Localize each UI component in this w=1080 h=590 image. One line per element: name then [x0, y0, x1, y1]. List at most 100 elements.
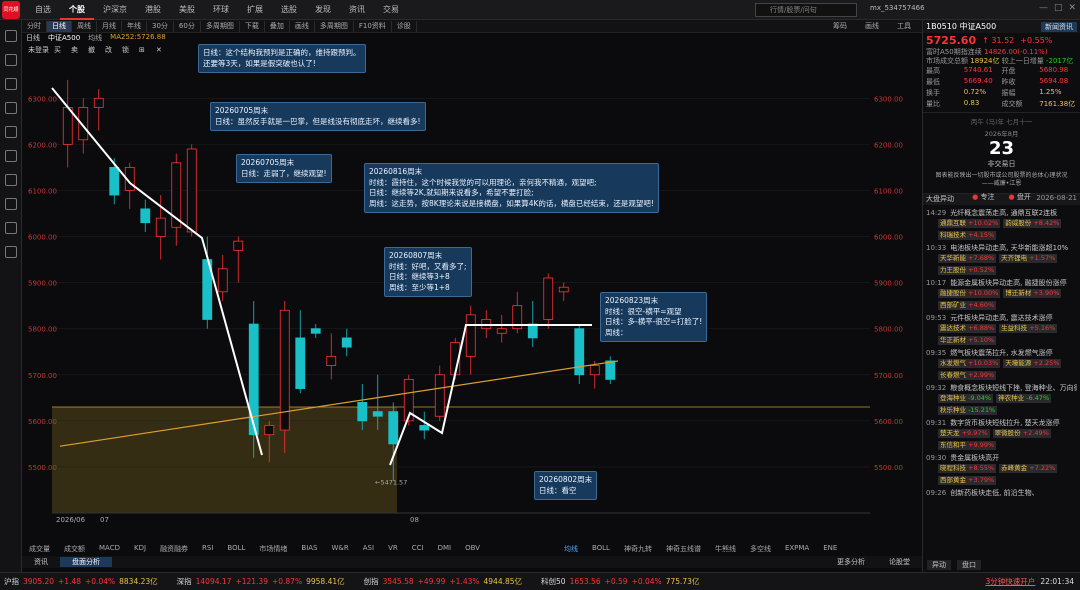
- chart-tool-6[interactable]: ⊞: [139, 46, 145, 54]
- diamond-icon[interactable]: [4, 246, 17, 258]
- candle-body[interactable]: [527, 323, 538, 339]
- nav-item-0[interactable]: 自选: [26, 0, 60, 20]
- candle-body[interactable]: [496, 328, 507, 334]
- news-item-1[interactable]: 10:33 电池板块异动走高, 天华新能涨超10%: [926, 243, 1077, 253]
- minimize-icon[interactable]: —: [1039, 3, 1048, 13]
- stock-chip[interactable]: 韵威股份 +8.42%: [1003, 219, 1062, 228]
- news-item-2[interactable]: 10:17 能源金属板块异动走高, 融捷股份涨停: [926, 278, 1077, 288]
- nav-item-2[interactable]: 沪深京: [94, 0, 136, 20]
- candle-body[interactable]: [62, 107, 73, 145]
- chart-tool-4[interactable]: 改: [105, 45, 112, 54]
- indicator-13[interactable]: DMI: [431, 544, 459, 554]
- maximize-icon[interactable]: □: [1054, 3, 1063, 13]
- candle-body[interactable]: [543, 277, 554, 320]
- stock-chip[interactable]: 天华新能 +7.68%: [938, 254, 997, 263]
- indicator-0[interactable]: 成交量: [22, 544, 57, 554]
- star-icon[interactable]: [4, 54, 17, 66]
- compass-icon[interactable]: [4, 198, 17, 210]
- overlay-indicator-0[interactable]: 均线: [557, 544, 585, 554]
- news-button[interactable]: 新闻资讯: [1041, 21, 1077, 32]
- stock-chip[interactable]: 震达技术 +6.88%: [938, 324, 997, 333]
- candle-body[interactable]: [341, 337, 352, 348]
- stock-chip[interactable]: 登海种业 -9.04%: [938, 394, 994, 403]
- chart-tool-3[interactable]: 撤: [88, 45, 95, 54]
- stock-chip[interactable]: 天壕能源 +2.25%: [1003, 359, 1062, 368]
- overlay-indicator-1[interactable]: BOLL: [585, 544, 617, 554]
- nav-item-10[interactable]: 交易: [374, 0, 408, 20]
- news-item-4[interactable]: 09:35 燃气板块震荡拉升, 水发燃气涨停: [926, 348, 1077, 358]
- period-tab-1[interactable]: 日线: [47, 20, 72, 32]
- stock-chip[interactable]: 秋乐种业 -15.21%: [938, 406, 998, 415]
- indicator-3[interactable]: KDJ: [127, 544, 153, 554]
- gauge-icon[interactable]: [4, 150, 17, 162]
- chart-tool-0[interactable]: 未登录: [28, 45, 49, 54]
- candle-body[interactable]: [310, 328, 321, 334]
- period-tab-0[interactable]: 分时: [22, 20, 47, 32]
- open-account-link[interactable]: 3分钟快速开户: [986, 576, 1036, 587]
- indicator-7[interactable]: 市场情绪: [252, 544, 294, 554]
- indicator-6[interactable]: BOLL: [220, 544, 252, 554]
- indicator-4[interactable]: 融资融券: [153, 544, 195, 554]
- period-tab-3[interactable]: 月线: [97, 20, 122, 32]
- collapse-icon[interactable]: [4, 30, 17, 42]
- candle-body[interactable]: [589, 365, 600, 376]
- period-tab-6[interactable]: 60分: [174, 20, 201, 32]
- stock-chip[interactable]: 融捷股份 +10.00%: [938, 289, 1001, 298]
- annotation-1[interactable]: 20260705周末 日线：虽然反手就是一巴掌，但是线没有彻底走坏，继续看多!: [210, 102, 426, 131]
- indicator-10[interactable]: ASI: [356, 544, 381, 554]
- annotation-0[interactable]: 日线：这个结构我预判是正确的，维持跟预判。 还要等3天，如果是假突破也认了!: [198, 44, 366, 73]
- period-tab-8[interactable]: 下载: [240, 20, 265, 32]
- nav-item-3[interactable]: 港股: [136, 0, 170, 20]
- index-quote-0[interactable]: 沪指 3905.20 +1.48 +0.04% 8834.23亿: [4, 576, 162, 587]
- candle-body[interactable]: [93, 97, 104, 108]
- period-tab-9[interactable]: 叠加: [265, 20, 290, 32]
- stock-chip[interactable]: 赤峰黄金 +7.22%: [999, 464, 1058, 473]
- overlay-indicator-3[interactable]: 神奇五线谱: [659, 544, 708, 554]
- indicator-2[interactable]: MACD: [92, 544, 127, 554]
- stock-chip[interactable]: 通鼎互联 +10.02%: [938, 219, 1001, 228]
- chart-tool-2[interactable]: 卖: [71, 46, 78, 54]
- news-item-7[interactable]: 09:30 贵金属板块高开: [926, 453, 1077, 463]
- chart-tool-5[interactable]: 锁: [122, 45, 129, 54]
- focus-button[interactable]: ● 专注: [972, 192, 994, 202]
- candle-body[interactable]: [434, 374, 445, 417]
- period-tab-12[interactable]: F10资料: [354, 20, 392, 32]
- overlay-indicator-4[interactable]: 牛熊线: [708, 544, 743, 554]
- chart-tool-1[interactable]: 买: [54, 46, 61, 54]
- toolbar-right-1[interactable]: 画线: [860, 21, 884, 32]
- stock-chip[interactable]: 长春燃气 +2.99%: [938, 371, 997, 380]
- close-icon[interactable]: ✕: [1068, 3, 1076, 13]
- overlay-indicator-2[interactable]: 神奇九转: [617, 544, 659, 554]
- candle-body[interactable]: [388, 411, 399, 445]
- indicator-12[interactable]: CCI: [405, 544, 431, 554]
- indicator-9[interactable]: W&R: [325, 544, 356, 554]
- list-icon[interactable]: [4, 102, 17, 114]
- news-item-5[interactable]: 09:32 粮食概念板块短线下挫, 登海种业、万向德农: [926, 383, 1077, 393]
- bell-icon[interactable]: [4, 174, 17, 186]
- candle-body[interactable]: [248, 323, 259, 436]
- candle-body[interactable]: [419, 425, 430, 431]
- overlay-indicator-6[interactable]: EXPMA: [778, 544, 816, 554]
- toolbar-right-0[interactable]: 筹码: [828, 21, 852, 32]
- candle-body[interactable]: [186, 148, 197, 233]
- stock-chip[interactable]: 水发燃气 +10.03%: [938, 359, 1001, 368]
- candle-body[interactable]: [264, 425, 275, 436]
- nav-item-6[interactable]: 扩展: [238, 0, 272, 20]
- globe-icon[interactable]: [4, 222, 17, 234]
- candle-body[interactable]: [155, 217, 166, 237]
- bottom-tab-right-0[interactable]: 更多分析: [825, 557, 877, 567]
- stock-chip[interactable]: 生益科技 +5.16%: [999, 324, 1058, 333]
- annotation-5[interactable]: 20260823周末 时线：很空-横平=观望 日线：多-横平-很空=打脸了! 周…: [600, 292, 708, 342]
- annotation-4[interactable]: 20260807周末 时线：好吧，又看多了; 日线：继续等3+8 周线：至少等1…: [384, 247, 472, 297]
- nav-item-4[interactable]: 美股: [170, 0, 204, 20]
- candlestick-chart[interactable]: 5500.00 5500.00 5600.00 5600.00 5700.00 5700.…: [22, 43, 922, 540]
- nav-item-8[interactable]: 发现: [306, 0, 340, 20]
- indicator-5[interactable]: RSI: [195, 544, 220, 554]
- indicator-1[interactable]: 成交额: [57, 544, 92, 554]
- overlay-indicator-7[interactable]: ENE: [816, 544, 844, 554]
- candle-body[interactable]: [465, 314, 476, 357]
- candle-body[interactable]: [140, 208, 151, 224]
- indicator-8[interactable]: BIAS: [294, 544, 324, 554]
- candle-body[interactable]: [605, 360, 616, 380]
- indicator-14[interactable]: OBV: [458, 544, 487, 554]
